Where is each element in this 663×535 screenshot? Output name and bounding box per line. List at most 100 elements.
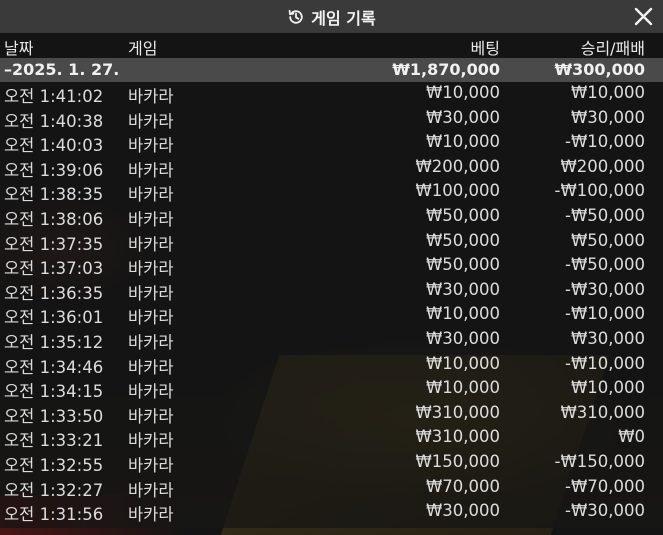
row-time: 오전 1:38:35 <box>4 185 104 205</box>
column-header-bet[interactable]: 베팅 <box>471 35 500 59</box>
title-bar: 게임 기록 <box>0 0 663 33</box>
history-row[interactable]: 오전 1:38:06 바카라 ₩50,000 -₩50,000 <box>0 205 663 230</box>
history-row[interactable]: 오전 1:34:15 바카라 ₩10,000 ₩10,000 <box>0 377 663 402</box>
row-result: ₩310,000 <box>560 402 645 422</box>
row-bet: ₩50,000 <box>425 255 500 275</box>
summary-bet-total: ₩1,870,000 <box>392 60 500 79</box>
row-game: 바카라 <box>128 209 174 229</box>
row-result: -₩100,000 <box>554 181 645 201</box>
row-game: 바카라 <box>128 160 174 180</box>
row-time: 오전 1:33:21 <box>4 431 104 451</box>
row-result: -₩10,000 <box>564 304 645 324</box>
close-button[interactable] <box>634 7 653 26</box>
game-history-panel: 게임 기록 날짜 게임 베팅 승리/패배 –2025. 1. 27. ₩1,87… <box>0 0 663 528</box>
row-result: ₩50,000 <box>570 230 645 250</box>
history-row[interactable]: 오전 1:32:55 바카라 ₩150,000 -₩150,000 <box>0 451 663 476</box>
history-row[interactable]: 오전 1:32:27 바카라 ₩70,000 -₩70,000 <box>0 476 663 501</box>
row-bet: ₩10,000 <box>425 132 500 152</box>
row-game: 바카라 <box>128 455 174 475</box>
history-row[interactable]: 오전 1:37:03 바카라 ₩50,000 -₩50,000 <box>0 254 663 279</box>
row-game: 바카라 <box>128 308 174 328</box>
row-time: 오전 1:32:55 <box>4 455 104 475</box>
row-game: 바카라 <box>128 87 174 106</box>
row-result: ₩0 <box>618 427 645 447</box>
column-header-win-loss[interactable]: 승리/패배 <box>581 35 645 59</box>
row-bet: ₩30,000 <box>425 107 500 127</box>
history-row[interactable]: 오전 1:33:21 바카라 ₩310,000 ₩0 <box>0 426 663 451</box>
row-game: 바카라 <box>128 234 174 254</box>
row-game: 바카라 <box>128 480 174 500</box>
row-result: -₩30,000 <box>564 501 645 521</box>
title-group: 게임 기록 <box>287 5 376 29</box>
history-row[interactable]: 오전 1:35:12 바카라 ₩30,000 ₩30,000 <box>0 328 663 353</box>
row-result: -₩50,000 <box>564 205 645 225</box>
row-time: 오전 1:35:12 <box>4 332 104 352</box>
history-row[interactable]: 오전 1:41:02 바카라 ₩10,000 ₩10,000 <box>0 82 663 107</box>
row-game: 바카라 <box>128 136 174 156</box>
row-bet: ₩10,000 <box>425 353 500 373</box>
row-result: -₩70,000 <box>564 476 645 496</box>
row-time: 오전 1:36:01 <box>4 308 104 328</box>
row-game: 바카라 <box>128 185 174 205</box>
history-row[interactable]: 오전 1:34:46 바카라 ₩10,000 -₩10,000 <box>0 353 663 378</box>
history-list: 오전 1:41:02 바카라 ₩10,000 ₩10,000 오전 1:40:38 바카라… <box>0 82 663 525</box>
row-bet: ₩30,000 <box>425 279 500 299</box>
row-time: 오전 1:41:02 <box>4 87 104 106</box>
row-result: -₩30,000 <box>564 279 645 299</box>
summary-win-loss-total: ₩300,000 <box>554 60 645 79</box>
history-row[interactable]: 오전 1:33:50 바카라 ₩310,000 ₩310,000 <box>0 402 663 427</box>
row-game: 바카라 <box>128 283 174 303</box>
row-time: 오전 1:37:03 <box>4 259 104 279</box>
row-game: 바카라 <box>128 332 174 352</box>
row-bet: ₩70,000 <box>425 476 500 496</box>
column-header-row: 날짜 게임 베팅 승리/패배 <box>0 33 663 58</box>
row-result: -₩10,000 <box>564 353 645 373</box>
date-summary-row[interactable]: –2025. 1. 27. ₩1,870,000 ₩300,000 <box>0 58 663 82</box>
history-row[interactable]: 오전 1:39:06 바카라 ₩200,000 ₩200,000 <box>0 156 663 181</box>
row-result: ₩30,000 <box>570 328 645 348</box>
row-bet: ₩150,000 <box>415 451 500 471</box>
row-bet: ₩30,000 <box>425 328 500 348</box>
row-bet: ₩310,000 <box>415 402 500 422</box>
row-time: 오전 1:33:50 <box>4 406 104 426</box>
history-row[interactable]: 오전 1:37:35 바카라 ₩50,000 ₩50,000 <box>0 230 663 255</box>
page-title: 게임 기록 <box>311 8 376 28</box>
row-time: 오전 1:34:15 <box>4 382 104 402</box>
column-header-date[interactable]: 날짜 <box>4 35 33 59</box>
column-header-game[interactable]: 게임 <box>128 35 157 59</box>
row-result: ₩10,000 <box>570 83 645 102</box>
row-game: 바카라 <box>128 505 174 525</box>
row-time: 오전 1:34:46 <box>4 357 104 377</box>
history-row[interactable]: 오전 1:36:01 바카라 ₩10,000 -₩10,000 <box>0 303 663 328</box>
row-game: 바카라 <box>128 382 174 402</box>
close-icon <box>634 7 653 26</box>
row-result: ₩200,000 <box>560 156 645 176</box>
row-game: 바카라 <box>128 111 174 131</box>
row-time: 오전 1:39:06 <box>4 160 104 180</box>
row-result: ₩10,000 <box>570 378 645 398</box>
row-game: 바카라 <box>128 357 174 377</box>
row-time: 오전 1:40:38 <box>4 111 104 131</box>
row-bet: ₩310,000 <box>415 427 500 447</box>
row-time: 오전 1:37:35 <box>4 234 104 254</box>
row-game: 바카라 <box>128 431 174 451</box>
history-row[interactable]: 오전 1:40:38 바카라 ₩30,000 ₩30,000 <box>0 107 663 132</box>
row-game: 바카라 <box>128 259 174 279</box>
row-result: ₩30,000 <box>570 107 645 127</box>
history-row[interactable]: 오전 1:38:35 바카라 ₩100,000 -₩100,000 <box>0 180 663 205</box>
row-time: 오전 1:31:56 <box>4 505 104 525</box>
row-result: -₩10,000 <box>564 132 645 152</box>
row-time: 오전 1:40:03 <box>4 136 104 156</box>
history-icon <box>287 8 305 26</box>
history-row[interactable]: 오전 1:40:03 바카라 ₩10,000 -₩10,000 <box>0 131 663 156</box>
row-time: 오전 1:32:27 <box>4 480 104 500</box>
history-row[interactable]: 오전 1:31:56 바카라 ₩30,000 -₩30,000 <box>0 500 663 525</box>
row-bet: ₩100,000 <box>415 181 500 201</box>
history-row[interactable]: 오전 1:36:35 바카라 ₩30,000 -₩30,000 <box>0 279 663 304</box>
row-time: 오전 1:38:06 <box>4 209 104 229</box>
row-game: 바카라 <box>128 406 174 426</box>
row-bet: ₩10,000 <box>425 378 500 398</box>
row-bet: ₩10,000 <box>425 304 500 324</box>
row-result: -₩50,000 <box>564 255 645 275</box>
row-bet: ₩200,000 <box>415 156 500 176</box>
